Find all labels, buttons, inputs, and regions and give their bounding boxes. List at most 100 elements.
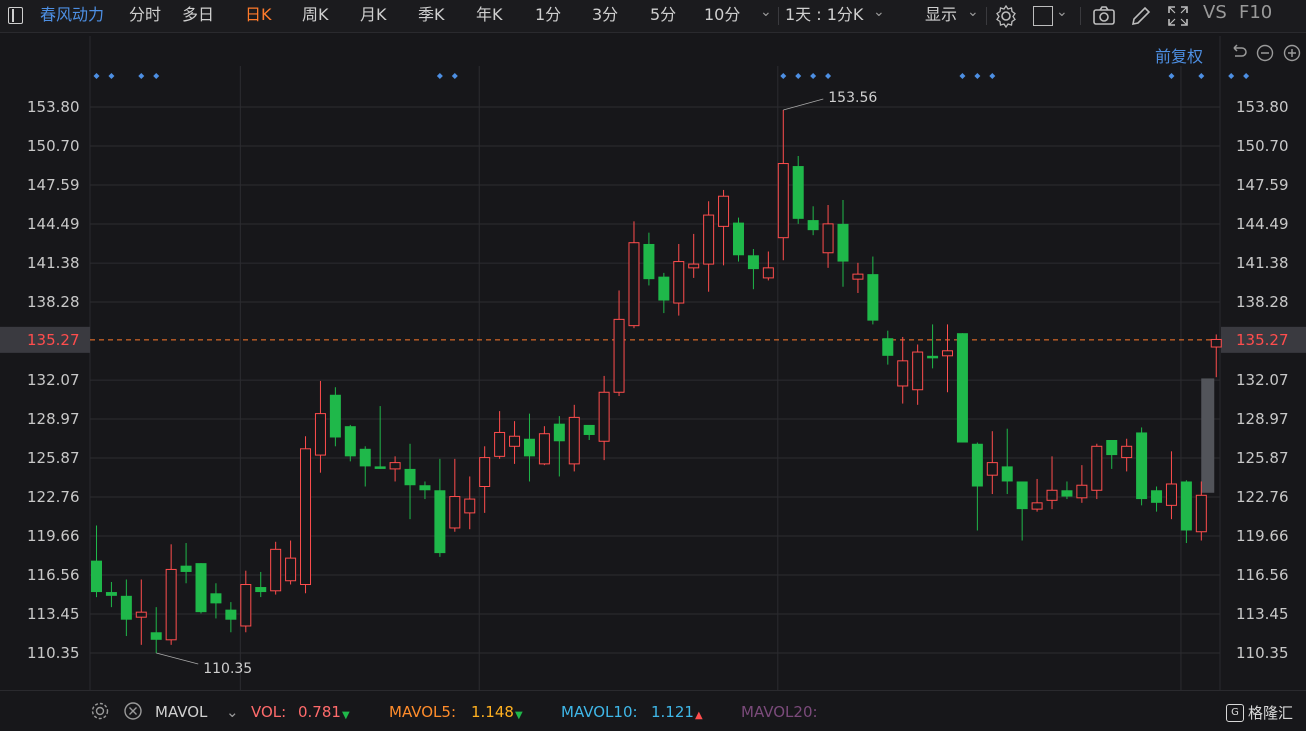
candle-body — [1136, 432, 1148, 500]
min-leader-line — [156, 652, 199, 665]
vol-label: VOL: — [251, 703, 287, 721]
indicator-name[interactable]: MAVOL — [155, 703, 207, 721]
event-marker-icon — [436, 73, 443, 79]
candle-body — [986, 462, 998, 476]
event-marker-icon — [780, 73, 787, 79]
kline-chart[interactable]: 153.80 153.80 150.70 150.70 147.59 147.59 144.… — [0, 0, 1306, 690]
candle-body — [762, 267, 774, 279]
candle-body — [120, 595, 132, 620]
event-marker-icon — [451, 73, 458, 79]
candle-body — [300, 448, 312, 586]
mavol10-label: MAVOL10: — [561, 703, 638, 721]
zoom-out-icon[interactable] — [1256, 44, 1274, 62]
volume-indicator-bar: MAVOL ⌄ VOL: 0.781 ▼ MAVOL5: 1.148 ▼ MAV… — [0, 690, 1306, 731]
candle-body — [494, 431, 506, 457]
mavol10-value: 1.121 — [651, 703, 694, 721]
candle-body — [1061, 490, 1073, 497]
candle-body — [673, 261, 685, 304]
mavol20-label: MAVOL20: — [741, 703, 818, 721]
y-tick-label-left: 125.87 — [27, 449, 80, 467]
y-tick-label-right: 128.97 — [1236, 410, 1289, 428]
candle-body — [1180, 481, 1192, 531]
adjust-mode-select[interactable]: 前复权 — [1155, 43, 1203, 67]
logo-text: 格隆汇 — [1248, 704, 1294, 722]
candle-body — [464, 498, 476, 514]
candle-body — [1195, 494, 1207, 533]
candle-body — [344, 426, 356, 457]
event-marker-icon — [1243, 73, 1250, 79]
candle-body — [553, 423, 565, 442]
brand-logo: G 格隆汇 — [1226, 702, 1293, 723]
candle-body — [732, 222, 744, 256]
candle-body — [1046, 489, 1058, 501]
candle-body — [837, 223, 849, 262]
y-tick-label-right: 110.35 — [1236, 644, 1289, 662]
candle-body — [1031, 502, 1043, 510]
event-marker-icon — [153, 73, 160, 79]
y-tick-label-left: 128.97 — [27, 410, 80, 428]
candle-body — [628, 242, 640, 327]
candle-body — [150, 632, 162, 640]
candle-body — [389, 462, 401, 470]
up-arrow-icon: ▲ — [695, 710, 703, 721]
candle-body — [643, 243, 655, 280]
candle-body — [718, 195, 730, 227]
zoom-in-icon[interactable] — [1283, 44, 1301, 62]
candle-body — [449, 496, 461, 529]
event-marker-icon — [795, 73, 802, 79]
event-marker-icon — [108, 73, 115, 79]
candle-body — [1001, 466, 1013, 482]
candle-body — [688, 263, 700, 269]
y-tick-label-left: 141.38 — [27, 254, 80, 272]
event-marker-icon — [1168, 73, 1175, 79]
candle-body — [180, 565, 192, 572]
candle-body — [613, 318, 625, 393]
gear-icon[interactable] — [90, 701, 110, 721]
down-arrow-icon: ▼ — [515, 710, 523, 721]
y-tick-label-left: 144.49 — [27, 215, 80, 233]
event-marker-icon — [974, 73, 981, 79]
close-icon[interactable] — [123, 701, 143, 721]
max-price-label: 153.56 — [828, 90, 877, 106]
candle-body — [942, 350, 954, 357]
y-tick-label-left: 147.59 — [27, 176, 80, 194]
candle-body — [359, 448, 371, 467]
y-tick-label-left: 122.76 — [27, 488, 80, 506]
y-tick-label-left: 132.07 — [27, 371, 80, 389]
y-tick-label-right: 113.45 — [1236, 605, 1289, 623]
y-tick-label-left: 138.28 — [27, 293, 80, 311]
candle-body — [225, 609, 237, 620]
candle-body — [568, 416, 580, 465]
min-price-label: 110.35 — [203, 661, 252, 677]
y-tick-label-left: 110.35 — [27, 644, 80, 662]
y-tick-label-right: 144.49 — [1236, 215, 1289, 233]
event-marker-icon — [959, 73, 966, 79]
candle-body — [1121, 445, 1133, 459]
candle-body — [91, 560, 102, 593]
candle-body — [658, 276, 670, 301]
candle-body — [404, 468, 416, 486]
candle-body — [538, 433, 550, 465]
y-tick-label-left: 113.45 — [27, 605, 80, 623]
chevron-down-icon[interactable]: ⌄ — [226, 703, 239, 721]
candle-body — [523, 438, 535, 457]
candle-body — [867, 274, 879, 321]
y-tick-label-right: 132.07 — [1236, 371, 1289, 389]
candle-body — [583, 424, 595, 435]
down-arrow-icon: ▼ — [342, 710, 350, 721]
candle-body — [314, 413, 326, 456]
y-tick-label-right: 135.27 — [1236, 331, 1289, 349]
candle-body — [822, 223, 834, 254]
reset-icon[interactable] — [1229, 44, 1247, 62]
candle-body — [807, 220, 819, 231]
vol-value: 0.781 — [298, 703, 341, 721]
mavol5-value: 1.148 — [471, 703, 514, 721]
max-leader-line — [783, 98, 824, 111]
y-tick-label-right: 153.80 — [1236, 98, 1289, 116]
candle-body — [927, 355, 939, 359]
event-marker-icon — [810, 73, 817, 79]
candle-body — [1210, 338, 1222, 348]
y-tick-label-right: 150.70 — [1236, 137, 1289, 155]
candle-body — [1165, 483, 1177, 506]
candle-body — [165, 568, 177, 641]
